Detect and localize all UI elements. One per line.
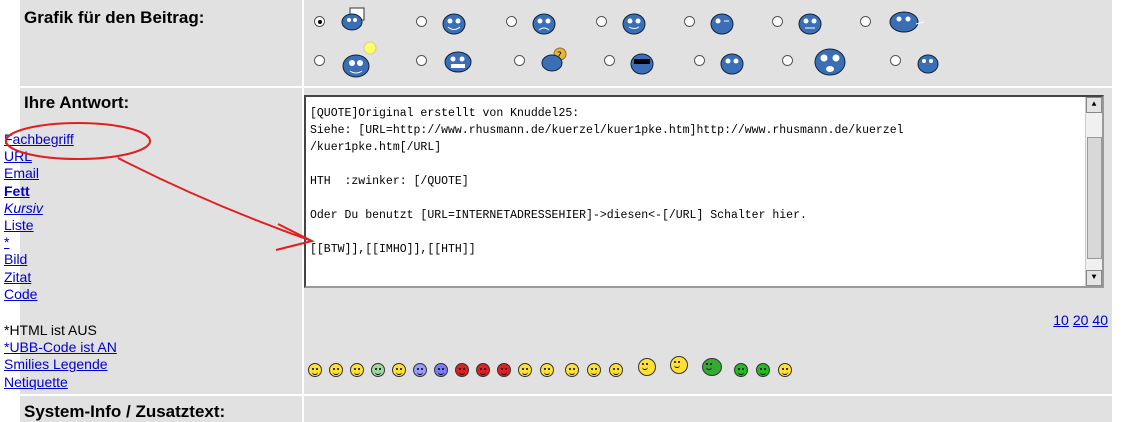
smiley-icon[interactable] [702, 358, 722, 376]
smiley-icon[interactable] [434, 363, 448, 377]
post-icon-grin [442, 13, 466, 35]
post-icon-teeth [444, 51, 472, 73]
smiley-icon[interactable] [565, 363, 579, 377]
format-link-url[interactable]: URL [4, 148, 32, 164]
post-icon-shock [814, 48, 846, 76]
smiley-icon[interactable] [518, 363, 532, 377]
netiquette-link[interactable]: Netiquette [4, 374, 68, 390]
format-link-list-item[interactable]: * [4, 234, 9, 250]
post-icon-cool [630, 53, 654, 75]
smiley-page-links: 10 20 40 [1049, 312, 1108, 328]
post-icon-radio[interactable] [890, 55, 901, 66]
format-link-fachbegriff[interactable]: Fachbegriff [4, 131, 74, 147]
html-status: *HTML ist AUS [4, 322, 97, 338]
post-icon-small [917, 54, 939, 74]
smiley-icon[interactable] [778, 363, 792, 377]
format-link-liste[interactable]: Liste [4, 217, 34, 233]
smiley-icon[interactable] [350, 363, 364, 377]
post-icon-radio[interactable] [694, 55, 705, 66]
smiley-icon[interactable] [455, 363, 469, 377]
post-icon-newspaper [341, 7, 365, 31]
sysinfo-row: System-Info / Zusatztext: [20, 396, 1112, 422]
post-icon-question: ? [541, 47, 567, 72]
format-link-zitat[interactable]: Zitat [4, 269, 31, 285]
post-icon-radio[interactable] [684, 16, 695, 27]
reply-textarea[interactable]: [QUOTE]Original erstellt von Knuddel25: … [304, 95, 1104, 288]
post-icon-radio[interactable] [416, 55, 427, 66]
post-icon-radio[interactable] [514, 55, 525, 66]
grafik-label-cell: Grafik für den Beitrag: [20, 0, 302, 86]
reply-text: [QUOTE]Original erstellt von Knuddel25: … [310, 107, 904, 256]
post-icon-radio[interactable] [860, 16, 871, 27]
smiley-icon[interactable] [587, 363, 601, 377]
ubb-code-link[interactable]: *UBB-Code ist AN [4, 339, 117, 355]
format-link-bild[interactable]: Bild [4, 251, 27, 267]
post-icon-laugh [889, 11, 925, 33]
smiley-icon[interactable] [476, 363, 490, 377]
post-icon-smile [622, 13, 646, 35]
smiley-icon[interactable] [609, 363, 623, 377]
smiley-icon[interactable] [371, 363, 385, 377]
smiley-icon[interactable] [638, 358, 656, 376]
format-link-email[interactable]: Email [4, 165, 39, 181]
post-icon-plain [720, 53, 744, 75]
smilies-legend-link[interactable]: Smilies Legende [4, 356, 108, 372]
scroll-down-icon[interactable]: ▼ [1086, 270, 1102, 286]
post-icon-radio[interactable] [782, 55, 793, 66]
smiley-icon[interactable] [734, 363, 748, 377]
scroll-thumb[interactable] [1087, 137, 1102, 259]
grafik-label: Grafik für den Beitrag: [24, 8, 205, 27]
post-icon-wink [710, 13, 734, 35]
format-link-kursiv[interactable]: Kursiv [4, 200, 43, 216]
post-icon-sad [532, 13, 556, 35]
format-link-fett[interactable]: Fett [4, 183, 30, 199]
format-links: Fachbegriff URL Email Fett Kursiv Liste … [4, 131, 264, 303]
post-icon-radio[interactable] [604, 55, 615, 66]
forum-info: *HTML ist AUS *UBB-Code ist AN Smilies L… [4, 322, 117, 391]
reply-scrollbar[interactable]: ▲ ▼ [1085, 97, 1102, 286]
page-link-40[interactable]: 40 [1092, 312, 1108, 328]
sysinfo-label-cell: System-Info / Zusatztext: [20, 396, 302, 422]
post-icon-radio[interactable] [772, 16, 783, 27]
smiley-icon[interactable] [670, 356, 688, 374]
smiley-icon[interactable] [392, 363, 406, 377]
sysinfo-cell [304, 396, 1112, 422]
format-link-code[interactable]: Code [4, 286, 37, 302]
post-icon-radio[interactable] [506, 16, 517, 27]
smiley-icon[interactable] [308, 363, 322, 377]
smiley-icon[interactable] [756, 363, 770, 377]
post-icon-neutral [798, 13, 822, 35]
sysinfo-label: System-Info / Zusatztext: [24, 402, 226, 421]
post-icon-radio[interactable] [596, 16, 607, 27]
post-icon-idea [342, 41, 377, 78]
page-link-20[interactable]: 20 [1073, 312, 1089, 328]
grafik-row: Grafik für den Beitrag: [20, 0, 1112, 86]
page-link-10[interactable]: 10 [1053, 312, 1069, 328]
post-icon-radio[interactable] [314, 55, 325, 66]
smiley-icon[interactable] [413, 363, 427, 377]
smiley-icon[interactable] [540, 363, 554, 377]
antwort-label: Ihre Antwort: [24, 93, 130, 112]
smiley-icon[interactable] [329, 363, 343, 377]
post-icon-radio[interactable] [416, 16, 427, 27]
scroll-up-icon[interactable]: ▲ [1086, 97, 1102, 113]
smiley-icon[interactable] [497, 363, 511, 377]
post-icon-radio[interactable] [314, 16, 325, 27]
